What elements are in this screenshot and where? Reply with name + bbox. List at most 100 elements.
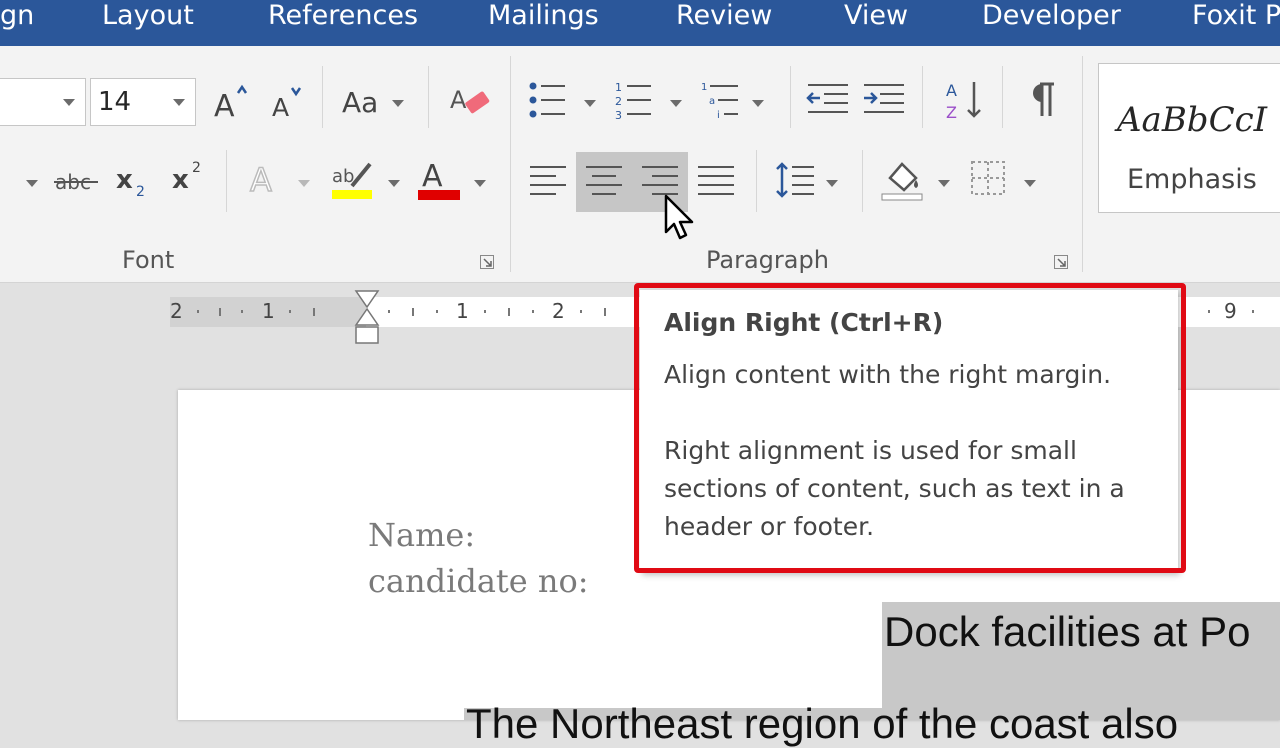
tooltip-text: Align content with the right margin.: [664, 360, 1112, 389]
tab-foxit[interactable]: Foxit P: [1192, 0, 1280, 40]
font-name-dropdown-icon[interactable]: [63, 99, 75, 106]
increase-indent-icon[interactable]: [862, 80, 906, 120]
ruler-number: 2: [170, 299, 183, 323]
name-label: Name:: [368, 516, 476, 554]
multilevel-list-icon[interactable]: 1ai: [700, 80, 744, 120]
style-emphasis[interactable]: AaBbCcI Emphasis: [1098, 63, 1280, 213]
shading-icon[interactable]: [880, 158, 926, 202]
sort-icon[interactable]: AZ: [944, 78, 986, 122]
bullets-icon[interactable]: [528, 80, 568, 120]
text-effects-dropdown-icon[interactable]: [298, 180, 310, 187]
text-effects-icon[interactable]: A: [248, 158, 288, 198]
shading-dropdown-icon[interactable]: [938, 180, 950, 187]
ribbon-tab-bar: gn Layout References Mailings Review Vie…: [0, 0, 1280, 46]
change-case-dropdown-icon[interactable]: [392, 100, 404, 107]
font-name-box[interactable]: [0, 78, 86, 126]
ruler-tick: [508, 308, 510, 316]
mouse-cursor-icon: [664, 194, 696, 250]
separator: [428, 66, 429, 128]
font-color-dropdown-icon[interactable]: [474, 180, 486, 187]
tab-view[interactable]: View: [844, 0, 908, 40]
change-case-label[interactable]: Aa: [342, 86, 378, 119]
align-left-icon[interactable]: [528, 164, 568, 198]
subscript-icon[interactable]: x2: [114, 160, 154, 200]
style-name: Emphasis: [1127, 164, 1257, 195]
tooltip-title: Align Right (Ctrl+R): [664, 308, 944, 337]
separator: [322, 66, 323, 128]
font-dialog-launcher-icon[interactable]: [480, 254, 494, 269]
align-right-icon[interactable]: [640, 164, 680, 198]
ruler-tick: [532, 310, 534, 313]
ruler-number: 1: [262, 299, 275, 323]
group-separator: [510, 56, 511, 272]
ruler-tick: [289, 310, 291, 313]
line-spacing-icon[interactable]: [776, 160, 816, 200]
center-align-icon[interactable]: [584, 164, 624, 198]
paragraph-dialog-launcher-icon[interactable]: [1054, 254, 1068, 269]
svg-text:2: 2: [192, 160, 201, 176]
separator: [790, 66, 791, 128]
tab-references[interactable]: References: [268, 0, 418, 40]
svg-text:Z: Z: [946, 103, 957, 122]
ruler-tick: [1182, 310, 1184, 313]
shrink-font-icon[interactable]: A: [270, 84, 310, 124]
font-size-dropdown-icon[interactable]: [173, 99, 185, 106]
superscript-icon[interactable]: x2: [170, 156, 210, 196]
numbering-dropdown-icon[interactable]: [670, 100, 682, 107]
tab-developer[interactable]: Developer: [982, 0, 1121, 40]
align-right-tooltip: Align Right (Ctrl+R) Align content with …: [640, 290, 1178, 572]
svg-text:A: A: [250, 161, 272, 198]
tab-mailings[interactable]: Mailings: [488, 0, 599, 40]
paragraph-group-label: Paragraph: [706, 246, 829, 274]
ruler-tick: [580, 310, 582, 313]
svg-text:1: 1: [615, 81, 622, 94]
bullets-dropdown-icon[interactable]: [584, 100, 596, 107]
borders-icon[interactable]: [970, 160, 1008, 198]
separator: [1002, 66, 1003, 128]
style-sample: AaBbCcI: [1117, 100, 1268, 140]
decrease-indent-icon[interactable]: [806, 80, 850, 120]
separator: [862, 150, 863, 212]
svg-text:x: x: [116, 165, 133, 195]
grow-font-icon[interactable]: A: [212, 84, 252, 124]
separator: [226, 150, 227, 212]
ruler-number: 2: [552, 299, 565, 323]
svg-text:1: 1: [701, 82, 707, 93]
highlight-icon[interactable]: ab: [330, 158, 376, 204]
tooltip-text: header or footer.: [664, 512, 875, 541]
tooltip-text: sections of content, such as text in a: [664, 474, 1125, 503]
highlight-dropdown-icon[interactable]: [388, 180, 400, 187]
numbering-icon[interactable]: 123: [614, 80, 654, 120]
ruler-tick: [241, 310, 243, 313]
font-size-box[interactable]: 14: [90, 78, 196, 126]
svg-text:2: 2: [615, 95, 622, 108]
strikethrough-icon[interactable]: abc: [54, 164, 100, 200]
svg-text:a: a: [709, 96, 715, 107]
separator: [756, 150, 757, 212]
ruler-tick: [412, 308, 414, 316]
font-color-icon[interactable]: A: [416, 156, 462, 202]
svg-text:A: A: [214, 89, 235, 124]
svg-text:A: A: [946, 81, 957, 100]
tab-review[interactable]: Review: [676, 0, 772, 40]
tab-design[interactable]: gn: [0, 0, 34, 40]
line-spacing-dropdown-icon[interactable]: [826, 180, 838, 187]
ruler-tick: [1208, 310, 1210, 313]
show-hide-marks-icon[interactable]: [1026, 80, 1060, 120]
ruler-tick: [388, 310, 390, 313]
font-more-dropdown-icon[interactable]: [26, 180, 38, 187]
svg-text:A: A: [450, 86, 467, 114]
svg-text:A: A: [272, 93, 289, 122]
svg-text:2: 2: [136, 184, 145, 200]
justify-icon[interactable]: [696, 164, 736, 198]
ruler-tick: [219, 308, 221, 316]
tab-layout[interactable]: Layout: [102, 0, 194, 40]
svg-text:A: A: [422, 159, 443, 194]
multilevel-list-dropdown-icon[interactable]: [752, 100, 764, 107]
separator: [922, 66, 923, 128]
svg-text:i: i: [717, 110, 720, 120]
ribbon: 14 A A Aa A abc x2 x2 A ab A Font 1 2 3 …: [0, 46, 1280, 283]
clear-formatting-icon[interactable]: A: [446, 80, 494, 124]
borders-dropdown-icon[interactable]: [1024, 180, 1036, 187]
indent-marker-icon[interactable]: [354, 289, 380, 345]
